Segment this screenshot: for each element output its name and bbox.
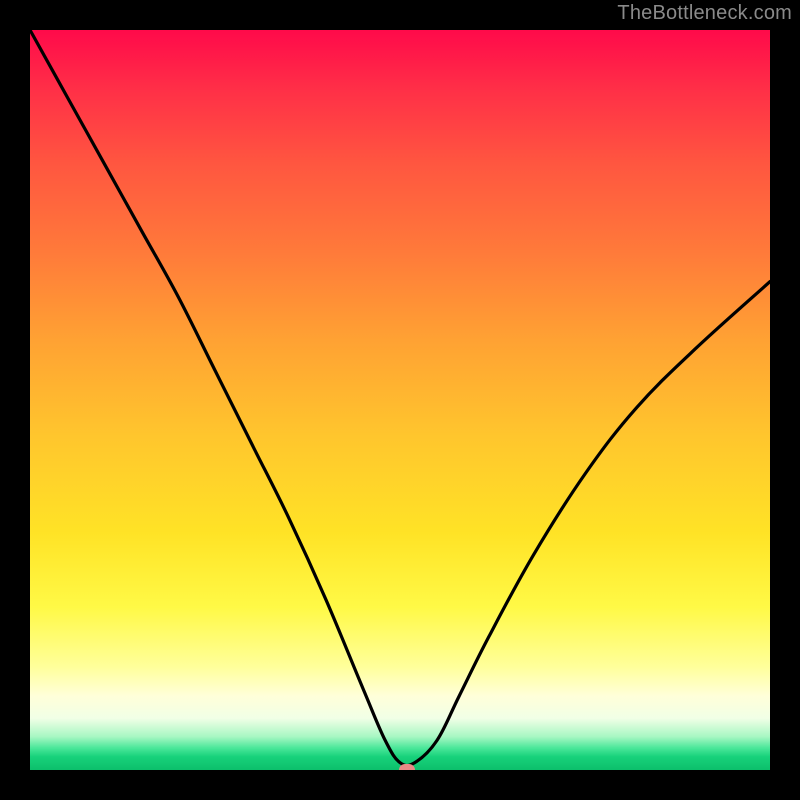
plot-area [30, 30, 770, 770]
curve-svg [30, 30, 770, 770]
watermark-text: TheBottleneck.com [617, 2, 792, 25]
bottleneck-curve [30, 30, 770, 766]
chart-frame: TheBottleneck.com [0, 0, 800, 800]
optimum-marker [399, 764, 415, 770]
